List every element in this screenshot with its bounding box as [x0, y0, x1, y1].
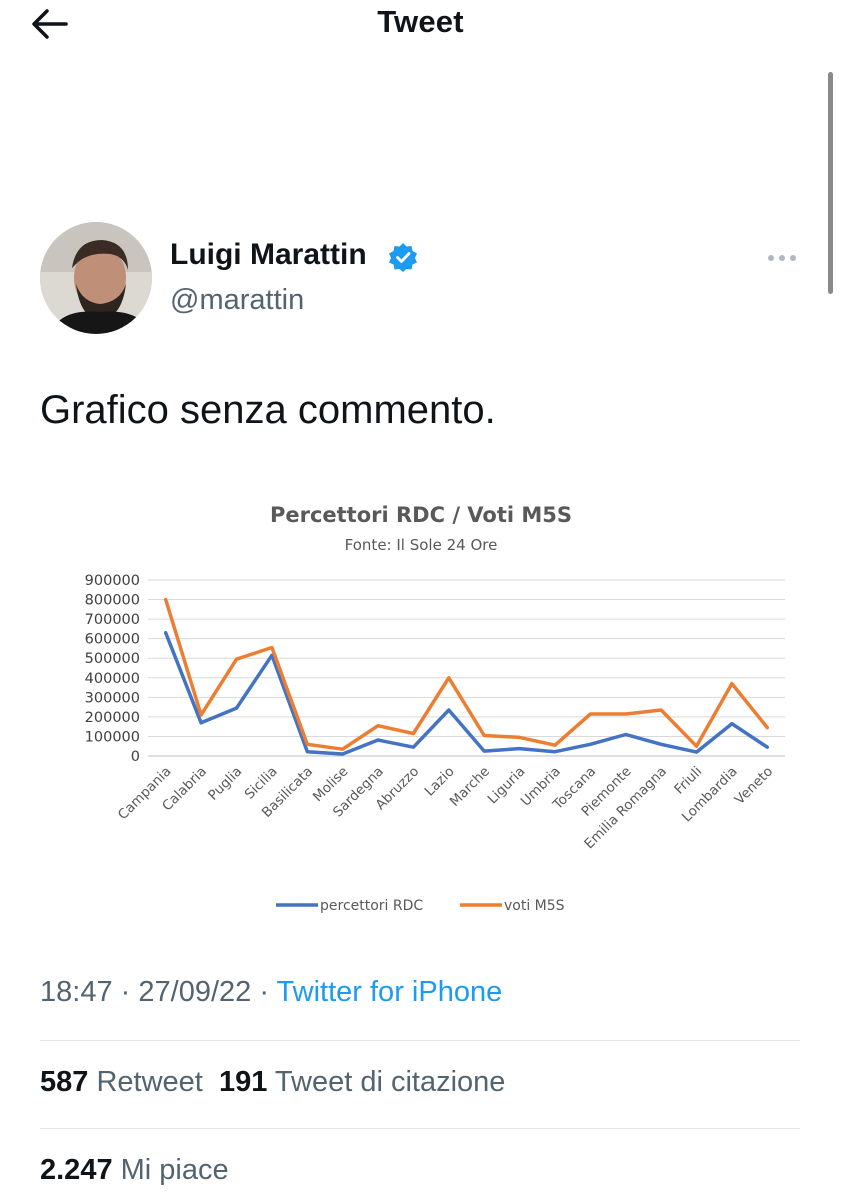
page-title: Tweet [377, 4, 464, 39]
meta-separator: · [259, 976, 269, 1008]
chart-subtitle: Fonte: Il Sole 24 Ore [345, 536, 498, 554]
quotes-link[interactable]: 191 Tweet di citazione [219, 1066, 505, 1098]
likes-count: 2.247 [40, 1154, 113, 1186]
scrollbar[interactable] [828, 72, 833, 294]
more-horizontal-icon [768, 255, 796, 261]
tweet-media-chart[interactable]: Percettori RDC / Voti M5S Fonte: Il Sole … [40, 490, 802, 930]
retweets-link[interactable]: 587 Retweet [40, 1066, 203, 1098]
retweets-label: Retweet [96, 1066, 203, 1098]
avatar-image [40, 222, 152, 334]
retweet-stats: 587 Retweet 191 Tweet di citazione [40, 1066, 505, 1099]
y-tick-label: 0 [131, 749, 140, 765]
x-tick-label: Campania [115, 764, 175, 824]
tweet-date: 27/09/22 [138, 976, 252, 1008]
meta-separator: · [120, 976, 131, 1008]
legend-label: percettori RDC [320, 898, 423, 914]
author-handle[interactable]: @marattin [170, 284, 304, 317]
y-tick-label: 600000 [85, 632, 140, 648]
y-tick-label: 100000 [85, 729, 140, 745]
more-options-button[interactable] [764, 246, 800, 270]
quotes-label: Tweet di citazione [274, 1066, 506, 1098]
x-tick-label: Veneto [732, 764, 776, 808]
avatar[interactable] [40, 222, 152, 334]
y-tick-label: 300000 [85, 690, 140, 706]
y-tick-label: 500000 [85, 651, 140, 667]
y-tick-label: 200000 [85, 710, 140, 726]
tweet-text: Grafico senza commento. [40, 388, 496, 432]
legend-label: voti M5S [504, 898, 565, 914]
likes-label: Mi piace [120, 1154, 229, 1186]
line-chart: Percettori RDC / Voti M5S Fonte: Il Sole … [85, 503, 785, 914]
tweet-time: 18:47 [40, 976, 113, 1008]
likes-stats[interactable]: 2.247 Mi piace [40, 1154, 229, 1187]
series-line-voti-m5s [163, 597, 770, 751]
divider [40, 1128, 800, 1129]
retweets-count: 587 [40, 1066, 89, 1098]
quotes-count: 191 [218, 1066, 268, 1098]
y-tick-label: 900000 [85, 573, 140, 589]
top-bar: Tweet [0, 0, 841, 50]
y-tick-label: 700000 [85, 612, 140, 628]
author-name[interactable]: Luigi Marattin [170, 238, 367, 272]
x-tick-label: Marche [447, 764, 493, 810]
y-tick-label: 400000 [85, 671, 140, 687]
y-tick-label: 800000 [85, 593, 140, 609]
verified-badge-icon [388, 242, 418, 272]
tweet-meta: 18:47 · 27/09/22 · Twitter for iPhone [40, 976, 502, 1009]
chart-title: Percettori RDC / Voti M5S [270, 503, 572, 527]
divider [40, 1040, 800, 1041]
tweet-source-link[interactable]: Twitter for iPhone [277, 976, 503, 1008]
x-tick-label: Puglia [205, 764, 245, 804]
